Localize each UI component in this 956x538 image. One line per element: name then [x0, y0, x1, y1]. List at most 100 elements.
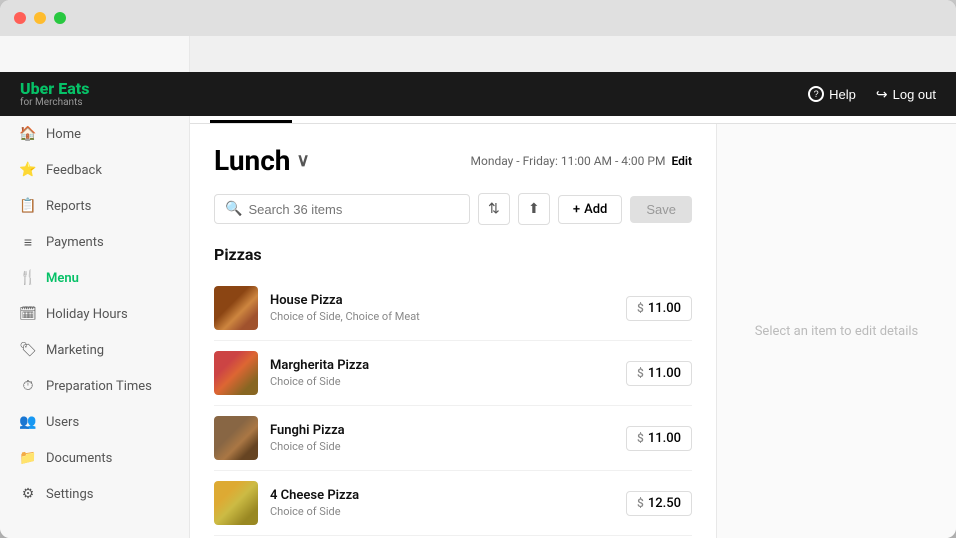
- filter-button[interactable]: ⇅: [478, 193, 510, 225]
- sidebar-item-reports[interactable]: 📋 Reports: [0, 188, 189, 224]
- close-button[interactable]: [14, 12, 26, 24]
- item-info: House Pizza Choice of Side, Choice of Me…: [270, 293, 614, 323]
- minimize-button[interactable]: [34, 12, 46, 24]
- menu-title[interactable]: Lunch ∨: [214, 144, 310, 177]
- item-price: $ 11.00: [626, 361, 692, 386]
- maximize-button[interactable]: [54, 12, 66, 24]
- price-box: $ 11.00: [626, 361, 692, 386]
- item-info: Funghi Pizza Choice of Side: [270, 423, 614, 453]
- menu-item-row[interactable]: House Pizza Choice of Side, Choice of Me…: [214, 276, 692, 341]
- help-icon: ?: [808, 86, 824, 102]
- sidebar-item-holiday-hours[interactable]: 🗓 Holiday Hours: [0, 296, 189, 332]
- item-image: [214, 416, 258, 460]
- menu-hours: Monday - Friday: 11:00 AM - 4:00 PM Edit: [471, 154, 693, 168]
- sidebar-label-users: Users: [46, 415, 79, 430]
- item-price: $ 11.00: [626, 296, 692, 321]
- dollar-sign: $: [637, 431, 644, 445]
- sidebar-item-settings[interactable]: ⚙ Settings: [0, 476, 189, 512]
- header-actions: ? Help ↪ Log out: [808, 86, 936, 103]
- sidebar-item-users[interactable]: 👥 Users: [0, 404, 189, 440]
- item-price: $ 12.50: [626, 491, 692, 516]
- sidebar-icon-payments: ≡: [20, 234, 36, 250]
- item-sub: Choice of Side: [270, 375, 614, 388]
- sidebar-icon-reports: 📋: [20, 198, 36, 214]
- price-value: 12.50: [648, 496, 681, 511]
- price-box: $ 11.00: [626, 296, 692, 321]
- toolbar: 🔍 ⇅ ⬆ + Add Save: [214, 193, 692, 225]
- add-button[interactable]: + Add: [558, 195, 623, 224]
- logout-button[interactable]: ↪ Log out: [876, 86, 936, 103]
- sidebar-item-payments[interactable]: ≡ Payments: [0, 224, 189, 260]
- sidebar-item-documents[interactable]: 📁 Documents: [0, 440, 189, 476]
- item-sub: Choice of Side: [270, 505, 614, 518]
- price-value: 11.00: [648, 431, 681, 446]
- sidebar-label-feedback: Feedback: [46, 163, 102, 178]
- sidebar-icon-preparation-times: ⏱: [20, 378, 36, 394]
- item-sub: Choice of Side: [270, 440, 614, 453]
- sidebar-label-holiday-hours: Holiday Hours: [46, 307, 128, 322]
- search-icon: 🔍: [225, 201, 242, 217]
- sidebar-label-reports: Reports: [46, 199, 91, 214]
- chevron-down-icon: ∨: [296, 150, 309, 171]
- upload-icon: ⬆: [528, 201, 540, 217]
- item-name: Margherita Pizza: [270, 358, 614, 373]
- sidebar-label-preparation-times: Preparation Times: [46, 379, 152, 394]
- price-box: $ 12.50: [626, 491, 692, 516]
- filter-icon: ⇅: [488, 201, 500, 217]
- plus-icon: +: [573, 202, 580, 217]
- sidebar-icon-feedback: ⭐: [20, 162, 36, 178]
- sidebar-label-settings: Settings: [46, 487, 93, 502]
- menu-area: Lunch ∨ Monday - Friday: 11:00 AM - 4:00…: [190, 124, 716, 538]
- save-button[interactable]: Save: [630, 196, 692, 223]
- item-image: [214, 351, 258, 395]
- item-info: Margherita Pizza Choice of Side: [270, 358, 614, 388]
- title-bar: [0, 0, 956, 36]
- item-name: House Pizza: [270, 293, 614, 308]
- sidebar-label-documents: Documents: [46, 451, 112, 466]
- app-body: Uber Eats for Merchants ? Help ↪ Log out…: [0, 36, 956, 538]
- sidebar-icon-holiday-hours: 🗓: [20, 306, 36, 322]
- content-split: Lunch ∨ Monday - Friday: 11:00 AM - 4:00…: [190, 124, 956, 538]
- search-box[interactable]: 🔍: [214, 194, 470, 224]
- item-image: [214, 286, 258, 330]
- detail-panel: Select an item to edit details: [716, 124, 956, 538]
- logo: Uber Eats for Merchants: [20, 81, 89, 108]
- sidebar-icon-users: 👥: [20, 414, 36, 430]
- detail-placeholder: Select an item to edit details: [755, 324, 919, 339]
- sidebar-label-home: Home: [46, 127, 81, 142]
- app-window: Uber Eats for Merchants ? Help ↪ Log out…: [0, 0, 956, 538]
- help-button[interactable]: ? Help: [808, 86, 856, 102]
- dollar-sign: $: [637, 496, 644, 510]
- section-title: Pizzas: [214, 245, 692, 264]
- sidebar-icon-settings: ⚙: [20, 486, 36, 502]
- item-image: [214, 481, 258, 525]
- brand-sub: for Merchants: [20, 97, 89, 108]
- price-box: $ 11.00: [626, 426, 692, 451]
- item-sub: Choice of Side, Choice of Meat: [270, 310, 614, 323]
- item-name: Funghi Pizza: [270, 423, 614, 438]
- item-info: 4 Cheese Pizza Choice of Side: [270, 488, 614, 518]
- sidebar-item-menu[interactable]: 🍴 Menu: [0, 260, 189, 296]
- menu-item-row[interactable]: Funghi Pizza Choice of Side $ 11.00: [214, 406, 692, 471]
- menu-item-row[interactable]: Margherita Pizza Choice of Side $ 11.00: [214, 341, 692, 406]
- item-name: 4 Cheese Pizza: [270, 488, 614, 503]
- edit-hours-button[interactable]: Edit: [671, 154, 692, 168]
- menu-title-row: Lunch ∨ Monday - Friday: 11:00 AM - 4:00…: [214, 144, 692, 177]
- dollar-sign: $: [637, 301, 644, 315]
- header-bar: Uber Eats for Merchants ? Help ↪ Log out: [0, 72, 956, 116]
- sidebar-icon-documents: 📁: [20, 450, 36, 466]
- price-value: 11.00: [648, 301, 681, 316]
- menu-item-row[interactable]: 4 Cheese Pizza Choice of Side $ 12.50: [214, 471, 692, 536]
- upload-button[interactable]: ⬆: [518, 193, 550, 225]
- sidebar-item-feedback[interactable]: ⭐ Feedback: [0, 152, 189, 188]
- search-input[interactable]: [248, 202, 458, 217]
- sidebar-item-home[interactable]: 🏠 Home: [0, 116, 189, 152]
- price-value: 11.00: [648, 366, 681, 381]
- sidebar-label-menu: Menu: [46, 271, 79, 286]
- sidebar-label-marketing: Marketing: [46, 343, 104, 358]
- sidebar-item-preparation-times[interactable]: ⏱ Preparation Times: [0, 368, 189, 404]
- item-price: $ 11.00: [626, 426, 692, 451]
- brand-name: Uber Eats: [20, 81, 89, 97]
- sidebar-item-marketing[interactable]: 🏷 Marketing: [0, 332, 189, 368]
- sidebar-icon-home: 🏠: [20, 126, 36, 142]
